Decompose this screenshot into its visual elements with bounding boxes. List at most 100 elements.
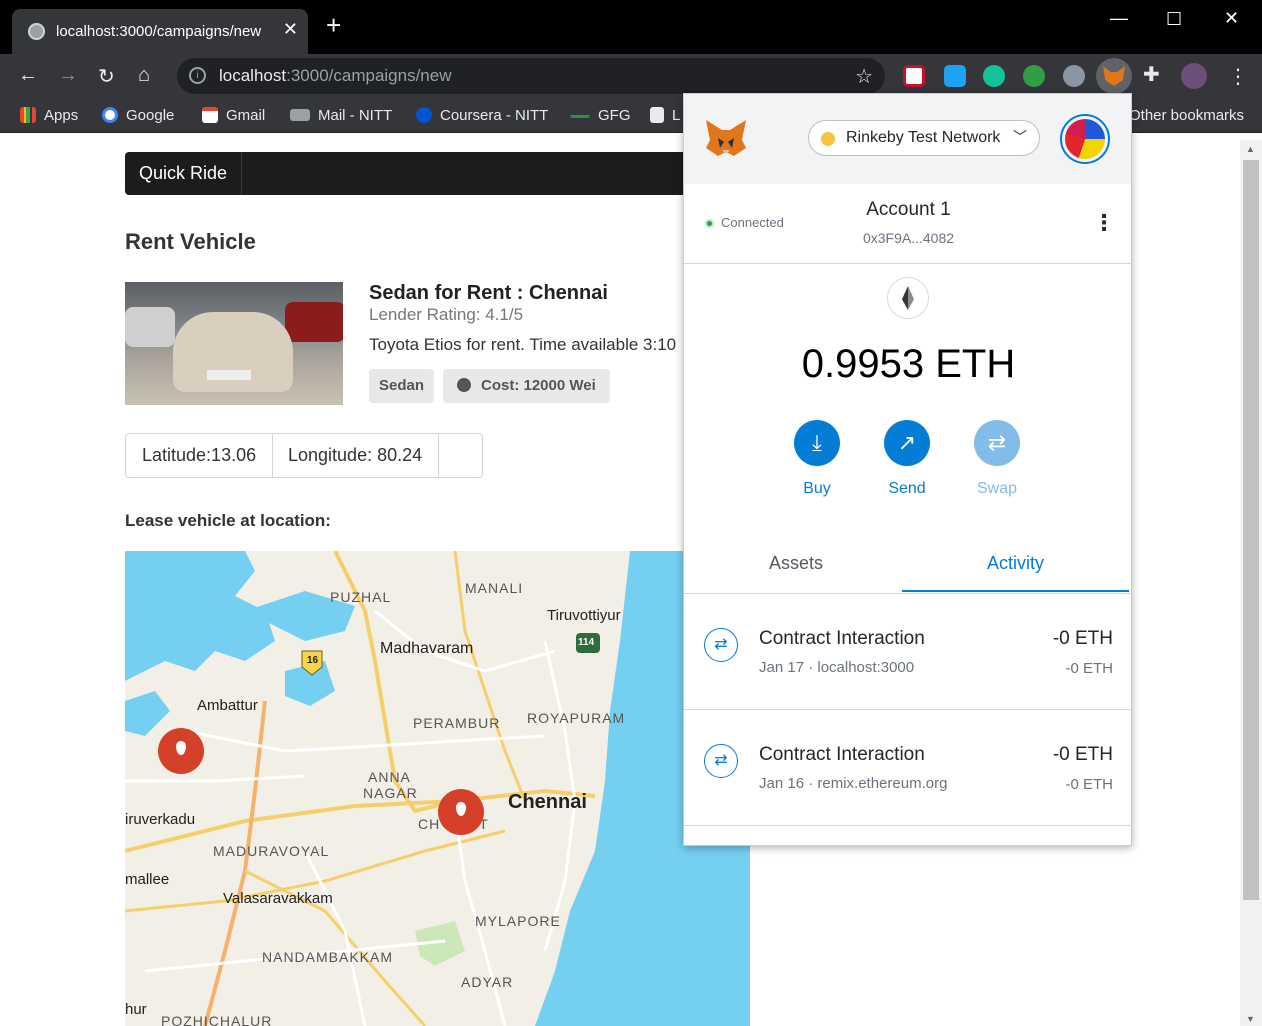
coursera-icon xyxy=(416,107,432,123)
other-bookmarks[interactable]: Other bookmarks xyxy=(1129,107,1244,124)
network-status-dot xyxy=(821,132,835,146)
map-label: hur xyxy=(125,1001,147,1018)
map-label: ANNA xyxy=(368,769,411,785)
grammarly-extension-icon[interactable] xyxy=(983,65,1005,87)
map-label: PUZHAL xyxy=(330,589,392,605)
transaction-item[interactable]: ⇄ Contract Interaction Jan 17 · localhos… xyxy=(684,594,1131,710)
send-label: Send xyxy=(888,480,926,497)
swap-button[interactable]: ⇄ Swap xyxy=(962,420,1032,498)
scroll-up-arrow-icon[interactable]: ▲ xyxy=(1246,144,1255,154)
metamask-tabs: Assets Activity xyxy=(684,534,1131,594)
bookmark-mail-nitt[interactable]: Mail - NITT xyxy=(290,107,392,124)
map-label: MADURAVOYAL xyxy=(213,843,330,859)
account-options-kebab-icon[interactable]: ⋮ xyxy=(1093,210,1115,236)
lender-rating: Lender Rating: 4.1/5 xyxy=(369,305,524,324)
info-icon[interactable]: i xyxy=(189,67,206,84)
bookmark-apps[interactable]: Apps xyxy=(20,107,78,124)
buy-button[interactable]: ⤓ Buy xyxy=(782,420,852,498)
gfg-icon xyxy=(570,108,590,118)
vehicle-description: Toyota Etios for rent. Time available 3:… xyxy=(369,335,677,354)
download-arrow-icon: ⤓ xyxy=(794,420,840,466)
vehicle-title: Sedan for Rent : Chennai xyxy=(369,282,608,304)
bookmark-gfg[interactable]: GFG xyxy=(570,107,631,124)
forward-button[interactable]: → xyxy=(58,64,78,87)
vehicle-type-label: Sedan xyxy=(369,369,435,403)
metamask-header: Rinkeby Test Network ﹀ xyxy=(684,94,1131,184)
extension-icon[interactable] xyxy=(944,65,966,87)
top-navbar: Quick Ride xyxy=(125,152,750,195)
map-pin-icon[interactable] xyxy=(438,789,484,835)
metamask-extension-button[interactable] xyxy=(1096,58,1132,94)
map-label: mallee xyxy=(125,871,170,888)
extensions-puzzle-icon[interactable]: ✚ xyxy=(1143,62,1165,86)
map-label: NAGAR xyxy=(363,785,418,801)
transaction-amount: -0 ETH xyxy=(1052,628,1113,649)
bookmark-star-icon[interactable]: ☆ xyxy=(855,64,873,89)
network-selector[interactable]: Rinkeby Test Network ﹀ xyxy=(808,120,1040,156)
bookmark-l[interactable]: L xyxy=(650,107,680,124)
check-extension-icon[interactable] xyxy=(1023,65,1045,87)
mail-icon xyxy=(290,109,310,121)
metamask-popup: Rinkeby Test Network ﹀ Connected Account… xyxy=(683,93,1132,846)
map-label: MANALI xyxy=(465,580,524,596)
reload-button[interactable]: ↻ xyxy=(98,64,115,89)
tab-assets[interactable]: Assets xyxy=(684,534,908,592)
browser-titlebar: localhost:3000/campaigns/new ✕ + — ☐ ✕ xyxy=(0,0,1262,54)
minimize-button[interactable]: — xyxy=(1110,8,1128,29)
account-bar: Connected Account 1 0x3F9A...4082 ⋮ xyxy=(684,184,1131,264)
transaction-date-origin: Jan 17 · localhost:3000 xyxy=(759,659,915,676)
bookmark-coursera[interactable]: Coursera - NITT xyxy=(416,107,548,124)
account-address[interactable]: 0x3F9A...4082 xyxy=(684,230,1131,246)
ethereum-icon xyxy=(887,277,929,319)
scroll-down-arrow-icon[interactable]: ▼ xyxy=(1246,1014,1255,1024)
map-label: NANDAMBAKKAM xyxy=(262,949,394,965)
chevron-down-icon: ﹀ xyxy=(1013,129,1027,145)
transaction-title: Contract Interaction xyxy=(759,744,925,765)
map-label: iruverkadu xyxy=(125,811,196,828)
account-avatar[interactable] xyxy=(1060,114,1110,164)
bookmark-google[interactable]: Google xyxy=(102,107,174,124)
map-pin-icon[interactable] xyxy=(158,728,204,774)
swap-label: Swap xyxy=(976,480,1018,497)
scrollbar-thumb[interactable] xyxy=(1243,160,1259,900)
eth-balance: 0.9953 ETH xyxy=(801,342,1016,386)
send-button[interactable]: ↗ Send xyxy=(872,420,942,498)
location-map[interactable]: PUZHAL MANALI Tiruvottiyur Madhavaram Am… xyxy=(125,551,750,1026)
chrome-menu-icon[interactable]: ⋮ xyxy=(1228,64,1248,89)
metamask-fox-icon xyxy=(706,120,746,156)
url-text: localhost:3000/campaigns/new xyxy=(219,66,452,85)
home-button[interactable]: ⌂ xyxy=(138,64,150,87)
google-icon xyxy=(102,107,118,123)
bookmark-icon xyxy=(650,107,664,123)
send-arrow-icon: ↗ xyxy=(884,420,930,466)
latitude-value: Latitude:13.06 xyxy=(126,434,274,477)
network-name: Rinkeby Test Network xyxy=(846,129,1001,146)
transaction-item[interactable]: ⇄ Contract Interaction Jan 16 · remix.et… xyxy=(684,710,1131,826)
longitude-value: Longitude: 80.24 xyxy=(272,434,440,477)
browser-tab[interactable]: localhost:3000/campaigns/new ✕ xyxy=(12,9,308,54)
pocket-extension-icon[interactable] xyxy=(903,65,925,87)
extension-icon[interactable] xyxy=(1063,65,1085,87)
gmail-icon xyxy=(202,107,218,123)
address-bar[interactable]: i localhost:3000/campaigns/new ☆ xyxy=(177,58,885,94)
map-label: PERAMBUR xyxy=(413,715,501,731)
tab-activity[interactable]: Activity xyxy=(902,534,1129,592)
maximize-button[interactable]: ☐ xyxy=(1166,9,1182,30)
page-scrollbar[interactable]: ▲ ▼ xyxy=(1240,140,1262,1026)
route-16-shield-icon: 16 xyxy=(307,655,319,666)
map-label: Chennai xyxy=(508,791,587,813)
profile-avatar[interactable] xyxy=(1181,63,1207,89)
brand-link[interactable]: Quick Ride xyxy=(125,152,242,195)
transaction-secondary-amount: -0 ETH xyxy=(1065,660,1113,677)
new-tab-button[interactable]: + xyxy=(326,12,341,38)
cost-label: Cost: 12000 Wei xyxy=(443,369,610,403)
close-tab-icon[interactable]: ✕ xyxy=(283,19,298,40)
close-window-button[interactable]: ✕ xyxy=(1224,8,1239,29)
map-label: MYLAPORE xyxy=(475,913,561,929)
map-label: Valasaravakkam xyxy=(223,890,333,907)
metamask-fox-icon xyxy=(1103,66,1125,86)
back-button[interactable]: ← xyxy=(18,64,38,87)
account-name[interactable]: Account 1 xyxy=(684,199,1131,221)
bookmark-gmail[interactable]: Gmail xyxy=(202,107,265,124)
swap-arrows-icon: ⇄ xyxy=(974,420,1020,466)
